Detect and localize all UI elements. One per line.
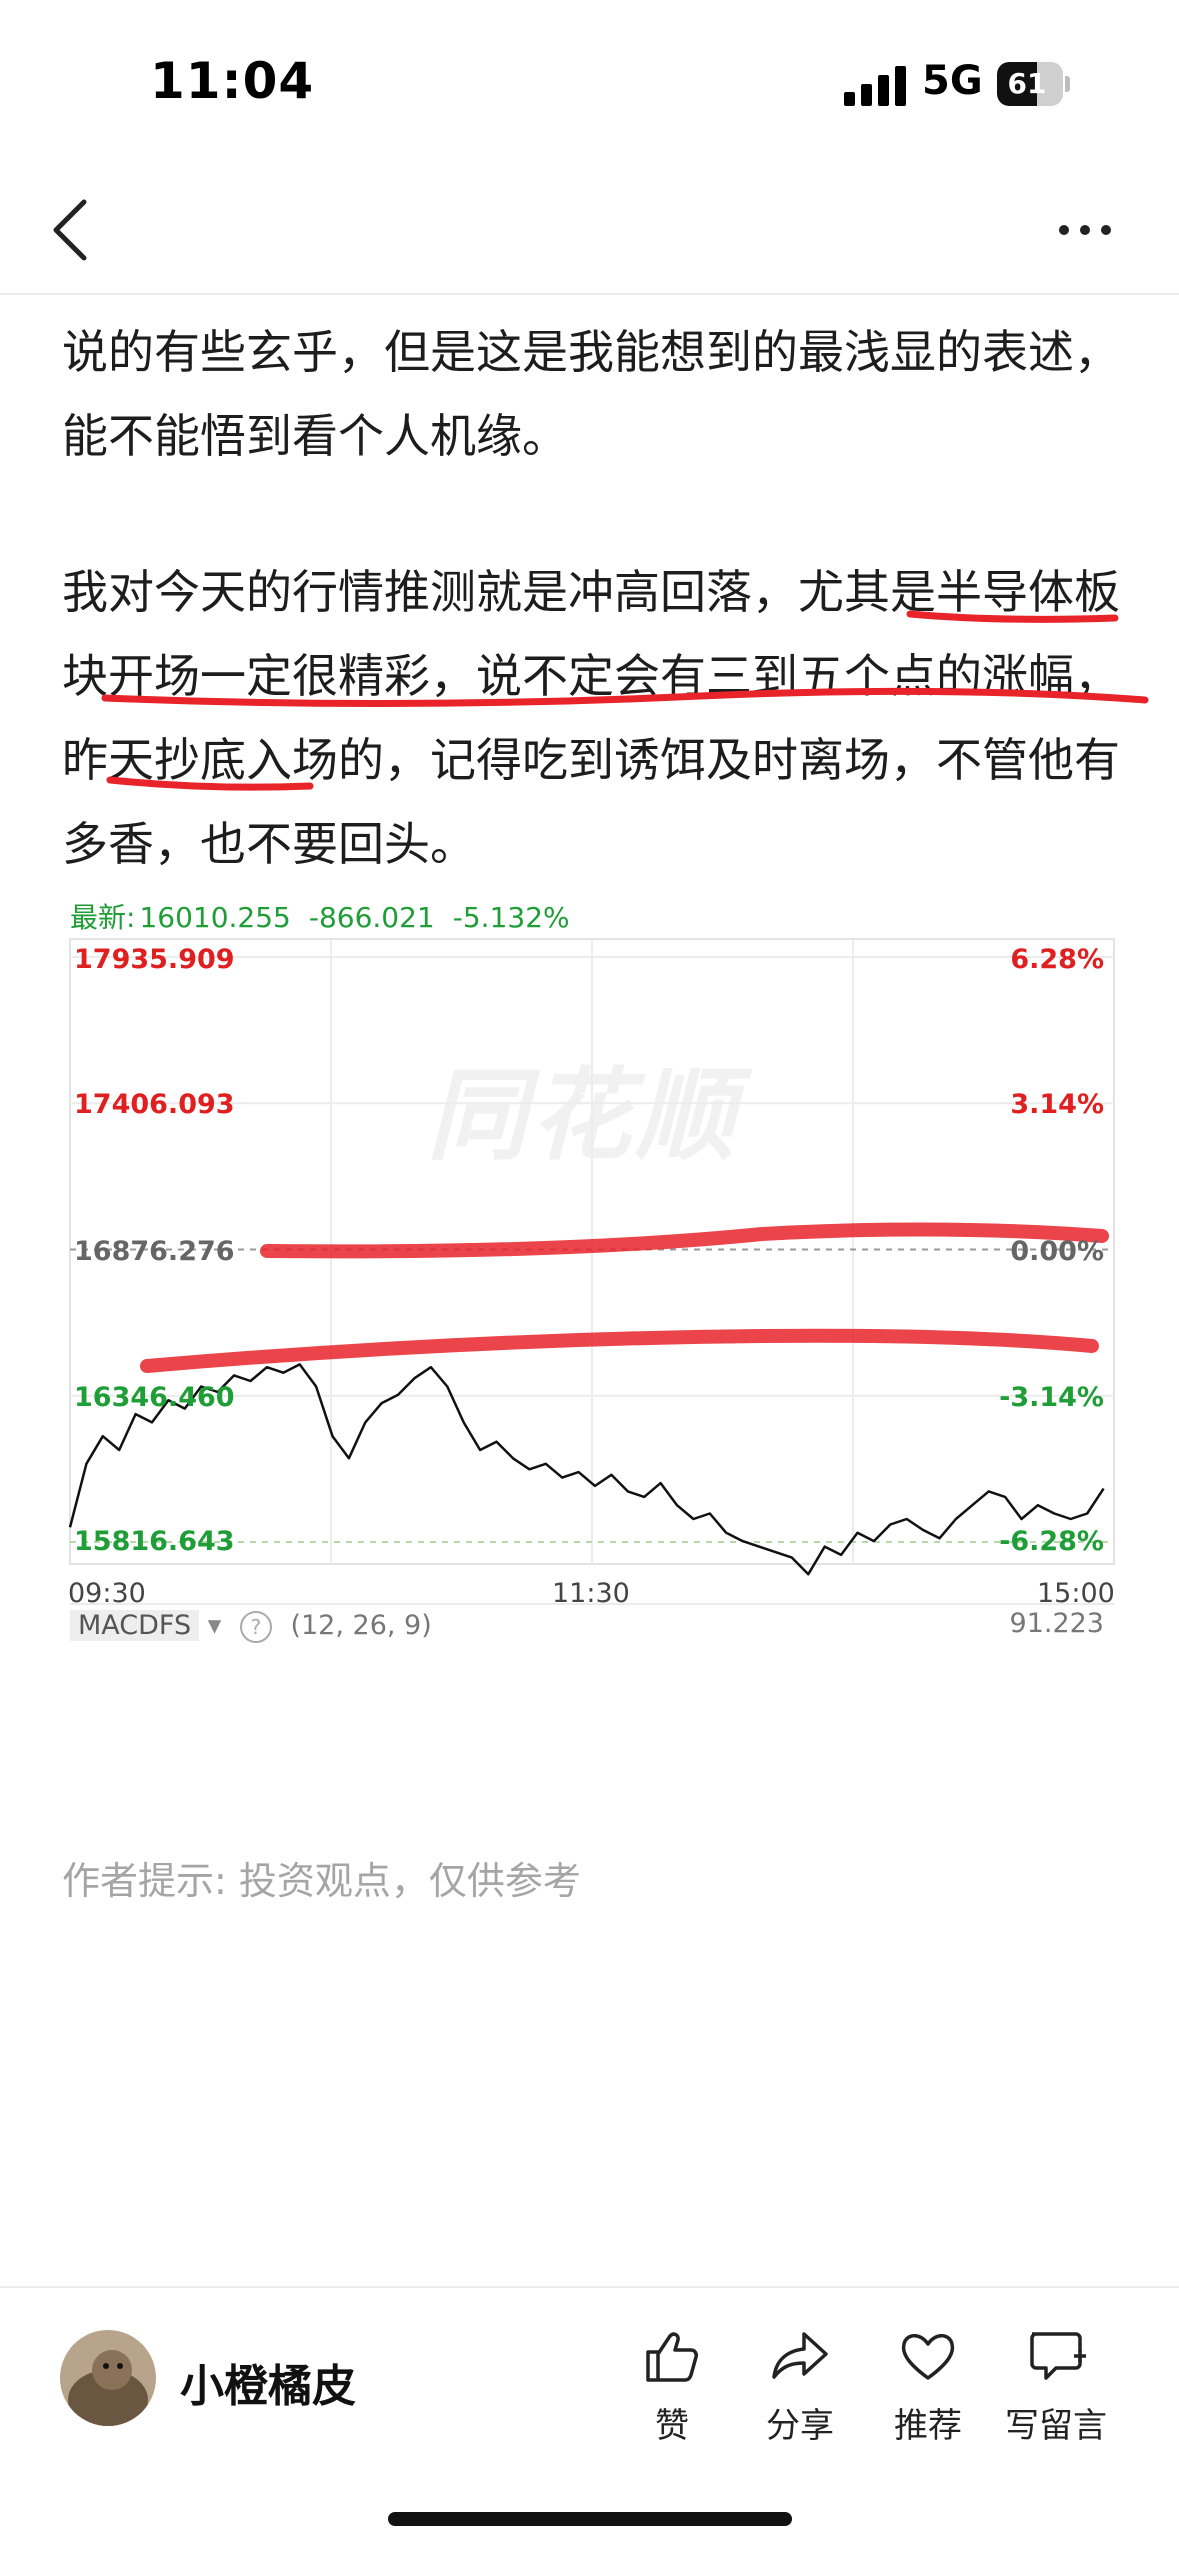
share-label: 分享 bbox=[766, 2406, 834, 2446]
annotation-stroke bbox=[260, 1222, 1109, 1259]
ellipsis-icon bbox=[1059, 225, 1111, 235]
x-tick: 15:00 bbox=[1037, 1578, 1115, 1609]
author-name[interactable]: 小橙橘皮 bbox=[180, 2350, 356, 2414]
stock-chart[interactable]: 最新: 16010.255 -866.021 -5.132% 同花顺 17935.90… bbox=[62, 884, 1122, 1654]
share-icon bbox=[772, 2332, 828, 2379]
status-time: 11:04 bbox=[150, 52, 315, 110]
indicator-selector[interactable]: MACDFS ▾ ? (12, 26, 9) bbox=[70, 1610, 432, 1643]
chevron-down-icon: ▾ bbox=[207, 1610, 230, 1641]
share-button[interactable]: 分享 bbox=[740, 2324, 860, 2446]
author-note: 作者提示: 投资观点，仅供参考 bbox=[62, 1859, 581, 1903]
y-tick-left: 16346.460 bbox=[74, 1382, 235, 1413]
thumbs-up-icon bbox=[646, 2332, 698, 2382]
y-tick-right: -6.28% bbox=[999, 1526, 1104, 1557]
y-tick-right: 6.28% bbox=[1010, 944, 1104, 975]
status-bar: 11:04 5G 61 bbox=[0, 0, 1179, 170]
more-button[interactable] bbox=[1050, 200, 1120, 260]
indicator-value: 91.223 bbox=[1009, 1608, 1104, 1639]
nav-divider bbox=[0, 293, 1179, 295]
recommend-button[interactable]: 推荐 bbox=[868, 2324, 988, 2446]
indicator-name[interactable]: MACDFS bbox=[70, 1610, 200, 1641]
chevron-left-icon bbox=[53, 199, 87, 261]
comment-button[interactable]: 写留言 bbox=[996, 2324, 1116, 2446]
indicator-params: (12, 26, 9) bbox=[290, 1610, 432, 1641]
recommend-label: 推荐 bbox=[894, 2406, 962, 2446]
like-label: 赞 bbox=[655, 2406, 689, 2446]
help-icon[interactable]: ? bbox=[239, 1611, 272, 1643]
y-tick-left: 16876.276 bbox=[74, 1236, 235, 1267]
paragraph-1: 说的有些玄乎，但是这是我能想到的最浅显的表述，能不能悟到看个人机缘。 bbox=[62, 325, 1120, 463]
nav-bar bbox=[0, 170, 1179, 290]
x-tick: 09:30 bbox=[68, 1578, 146, 1609]
article-paragraph: 我对今天的行情推测就是冲高回落，尤其是半导体板块开场一定很精彩，说不定会有三到五… bbox=[62, 550, 1122, 886]
y-tick-right: -3.14% bbox=[999, 1382, 1104, 1413]
annotation-stroke bbox=[140, 1328, 1099, 1373]
battery-level: 61 bbox=[1007, 67, 1047, 100]
network-label: 5G bbox=[922, 58, 983, 104]
y-tick-left: 17935.909 bbox=[74, 944, 235, 975]
heart-icon bbox=[901, 2334, 955, 2380]
y-tick-right: 0.00% bbox=[1010, 1236, 1104, 1267]
y-tick-left: 15816.643 bbox=[74, 1526, 235, 1557]
comment-label: 写留言 bbox=[1005, 2406, 1107, 2446]
comment-icon bbox=[1030, 2332, 1086, 2380]
signal-icon bbox=[844, 64, 908, 106]
avatar[interactable] bbox=[60, 2330, 156, 2426]
like-button[interactable]: 赞 bbox=[612, 2324, 732, 2446]
x-tick: 11:30 bbox=[552, 1578, 630, 1609]
back-button[interactable] bbox=[40, 190, 100, 270]
battery-icon: 61 bbox=[997, 62, 1071, 106]
article-paragraph: 说的有些玄乎，但是这是我能想到的最浅显的表述，能不能悟到看个人机缘。 bbox=[62, 310, 1122, 478]
y-tick-left: 17406.093 bbox=[74, 1089, 235, 1120]
home-indicator bbox=[388, 2512, 792, 2526]
paragraph-2: 我对今天的行情推测就是冲高回落，尤其是半导体板块开场一定很精彩，说不定会有三到五… bbox=[62, 565, 1120, 871]
y-tick-right: 3.14% bbox=[1010, 1089, 1104, 1120]
